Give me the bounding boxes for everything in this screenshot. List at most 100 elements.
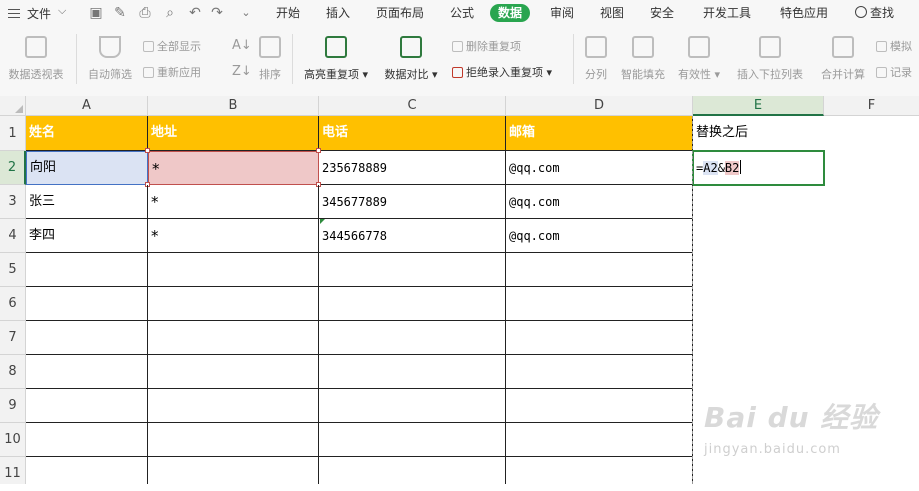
print-preview-icon[interactable]: ⌕ — [160, 3, 180, 23]
cell-c1[interactable]: 电话 — [319, 116, 506, 151]
row-header-11[interactable]: 11 — [0, 457, 26, 484]
row-header-5[interactable]: 5 — [0, 253, 26, 287]
column-header-e[interactable]: E — [693, 96, 824, 116]
cell-b11[interactable] — [148, 457, 319, 484]
split-button[interactable]: 分列 — [580, 36, 612, 82]
cell-d5[interactable] — [506, 253, 693, 287]
search-button[interactable]: 查找 — [855, 4, 894, 22]
sort-ascending-icon[interactable]: A↓ — [232, 38, 252, 53]
cell-a10[interactable] — [26, 423, 148, 457]
tab-page-layout[interactable]: 页面布局 — [376, 4, 424, 22]
save-icon[interactable]: ▣ — [86, 3, 106, 23]
cell-b10[interactable] — [148, 423, 319, 457]
cell-c6[interactable] — [319, 287, 506, 321]
row-header-1[interactable]: 1 — [0, 116, 26, 151]
tab-view[interactable]: 视图 — [600, 4, 624, 22]
cell-d7[interactable] — [506, 321, 693, 355]
record-button[interactable]: 记录 — [876, 64, 912, 80]
cell-c2[interactable]: 235678889 — [319, 151, 506, 185]
cell-a7[interactable] — [26, 321, 148, 355]
tab-features[interactable]: 特色应用 — [780, 4, 828, 22]
row-header-6[interactable]: 6 — [0, 287, 26, 321]
reapply-button[interactable]: 重新应用 — [143, 64, 201, 80]
select-all-corner[interactable] — [0, 96, 26, 116]
cell-b2[interactable]: * — [148, 151, 319, 185]
cell-d2[interactable]: @qq.com — [506, 151, 693, 185]
cell-d11[interactable] — [506, 457, 693, 484]
autofilter-button[interactable]: 自动筛选 — [84, 36, 136, 82]
sort-descending-icon[interactable]: Z↓ — [232, 64, 252, 79]
cell-c10[interactable] — [319, 423, 506, 457]
cell-b3[interactable]: * — [148, 185, 319, 219]
sort-button[interactable]: 排序 — [254, 36, 286, 82]
smart-fill-button[interactable]: 智能填充 — [616, 36, 670, 82]
cell-a5[interactable] — [26, 253, 148, 287]
tab-review[interactable]: 审阅 — [550, 4, 574, 22]
tab-data[interactable]: 数据 — [490, 4, 531, 22]
merge-calc-button[interactable]: 合并计算 — [816, 36, 870, 82]
cell-d6[interactable] — [506, 287, 693, 321]
remove-duplicates-button[interactable]: 删除重复项 — [452, 38, 521, 54]
tab-home[interactable]: 开始 — [276, 4, 300, 22]
cell-a6[interactable] — [26, 287, 148, 321]
row-header-8[interactable]: 8 — [0, 355, 26, 389]
cell-a4[interactable]: 李四 — [26, 219, 148, 253]
tab-security[interactable]: 安全 — [650, 4, 674, 22]
row-header-10[interactable]: 10 — [0, 423, 26, 457]
cell-b8[interactable] — [148, 355, 319, 389]
cell-e1[interactable]: 替换之后 — [693, 116, 824, 151]
print-icon[interactable]: ⎙ — [135, 3, 155, 23]
row-header-9[interactable]: 9 — [0, 389, 26, 423]
column-header-a[interactable]: A — [26, 96, 148, 116]
column-header-b[interactable]: B — [148, 96, 319, 116]
cell-c4[interactable]: 344566778 — [319, 219, 506, 253]
cell-a9[interactable] — [26, 389, 148, 423]
pivot-table-button[interactable]: 数据透视表 — [4, 36, 68, 82]
cell-d9[interactable] — [506, 389, 693, 423]
cell-c8[interactable] — [319, 355, 506, 389]
cell-d3[interactable]: @qq.com — [506, 185, 693, 219]
cell-b5[interactable] — [148, 253, 319, 287]
file-menu[interactable]: 文件 ⌵ — [0, 0, 74, 26]
cell-d10[interactable] — [506, 423, 693, 457]
insert-dropdown-button[interactable]: 插入下拉列表 — [732, 36, 808, 82]
cell-b6[interactable] — [148, 287, 319, 321]
b2-resize-handle[interactable] — [145, 148, 150, 153]
cell-c11[interactable] — [319, 457, 506, 484]
cell-a2[interactable]: 向阳 — [26, 151, 148, 185]
cell-a3[interactable]: 张三 — [26, 185, 148, 219]
cell-b9[interactable] — [148, 389, 319, 423]
b2-resize-handle[interactable] — [316, 148, 321, 153]
cell-a1[interactable]: 姓名 — [26, 116, 148, 151]
row-header-7[interactable]: 7 — [0, 321, 26, 355]
cell-b4[interactable]: * — [148, 219, 319, 253]
cell-d4[interactable]: @qq.com — [506, 219, 693, 253]
redo-icon[interactable]: ↷ — [207, 3, 227, 23]
format-painter-icon[interactable]: ✎ — [110, 3, 130, 23]
cell-d1[interactable]: 邮箱 — [506, 116, 693, 151]
column-header-c[interactable]: C — [319, 96, 506, 116]
undo-icon[interactable]: ↶ — [185, 3, 205, 23]
cell-a8[interactable] — [26, 355, 148, 389]
tab-insert[interactable]: 插入 — [326, 4, 350, 22]
cell-c7[interactable] — [319, 321, 506, 355]
cell-d8[interactable] — [506, 355, 693, 389]
cell-b1[interactable]: 地址 — [148, 116, 319, 151]
validity-button[interactable]: 有效性 ▾ — [674, 36, 724, 82]
column-header-f[interactable]: F — [824, 96, 919, 116]
cell-e2-editing[interactable]: =A2&B2 — [692, 150, 825, 186]
cell-c5[interactable] — [319, 253, 506, 287]
tab-formulas[interactable]: 公式 — [450, 4, 474, 22]
show-all-button[interactable]: 全部显示 — [143, 38, 201, 54]
cell-c3[interactable]: 345677889 — [319, 185, 506, 219]
row-header-3[interactable]: 3 — [0, 185, 26, 219]
cell-c9[interactable] — [319, 389, 506, 423]
row-header-4[interactable]: 4 — [0, 219, 26, 253]
row-header-2[interactable]: 2 — [0, 151, 26, 185]
highlight-duplicates-button[interactable]: 高亮重复项 ▾ — [300, 36, 372, 82]
cell-b7[interactable] — [148, 321, 319, 355]
reject-duplicates-button[interactable]: 拒绝录入重复项 ▾ — [452, 64, 552, 80]
column-header-d[interactable]: D — [506, 96, 693, 116]
customize-icon[interactable]: ⌄ — [236, 3, 256, 23]
tab-developer[interactable]: 开发工具 — [703, 4, 751, 22]
